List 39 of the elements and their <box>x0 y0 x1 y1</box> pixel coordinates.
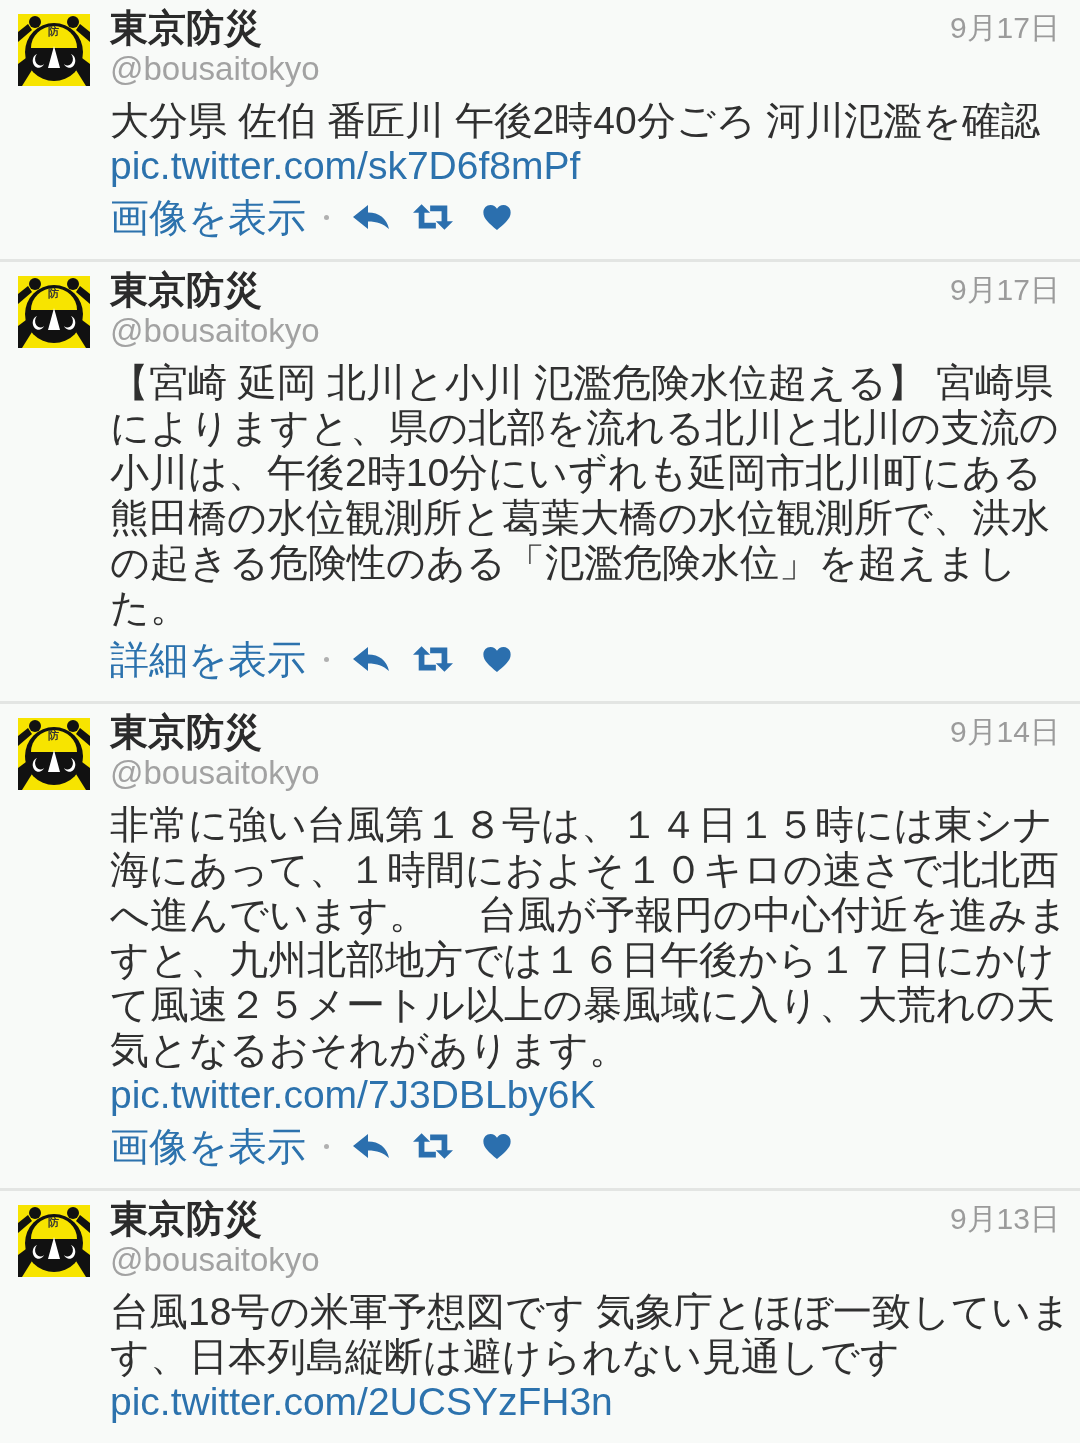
image-link[interactable]: pic.twitter.com/2UCSYzFH3n <box>110 1379 613 1424</box>
retweet-icon[interactable] <box>413 1133 453 1159</box>
author-handle: @bousaitokyo <box>110 754 320 792</box>
tweet-date: 9月14日 <box>949 714 1060 750</box>
avatar-drawing <box>18 14 90 86</box>
tweet-text: 台風18号の米軍予想図です 気象庁とほぼ一致しています、日本列島縦断は避けられない見通しです <box>110 1289 1072 1379</box>
image-link[interactable]: pic.twitter.com/sk7D6f8mPf <box>110 143 581 188</box>
avatar-text: 防 <box>48 26 59 37</box>
author-handle: @bousaitokyo <box>110 50 320 88</box>
tweet-date: 9月17日 <box>949 10 1060 46</box>
expand-link[interactable]: 画像を表示 <box>110 1123 306 1169</box>
avatar-text: 防 <box>48 730 59 741</box>
author-name: 東京防災 <box>110 710 262 754</box>
reply-arrow-icon[interactable] <box>353 205 389 229</box>
author-name: 東京防災 <box>110 6 262 50</box>
avatar-drawing <box>18 276 90 348</box>
tweet-text: 非常に強い台風第１８号は、１４日１５時には東シナ海にあって、１時間におよそ１０キロの速さで北北西へ進んでいます。 台風が予報円の中心付近を進みますと、九州北部地方では１６日午後から１７日にかけて風速２５メートル以上の暴風域に入り、大荒れの天気となるおそれがあります。 <box>110 802 1069 1072</box>
avatar-drawing <box>18 718 90 790</box>
avatar-text: 防 <box>48 288 59 299</box>
avatar-text: 防 <box>48 1217 59 1228</box>
expand-link[interactable]: 画像を表示 <box>110 194 306 240</box>
expand-link[interactable]: 詳細を表示 <box>110 636 306 682</box>
heart-icon[interactable] <box>483 646 511 672</box>
author-name: 東京防災 <box>110 268 262 312</box>
author-handle: @bousaitokyo <box>110 312 320 350</box>
retweet-icon[interactable] <box>413 646 453 672</box>
avatar-drawing <box>18 1205 90 1277</box>
author-handle: @bousaitokyo <box>110 1241 320 1279</box>
heart-icon[interactable] <box>483 204 511 230</box>
tweet-date: 9月17日 <box>949 272 1060 308</box>
reply-arrow-icon[interactable] <box>353 647 389 671</box>
tweet-text: 【宮崎 延岡 北川と小川 氾濫危険水位超える】 宮崎県によりますと、県の北部を流れる北川と北川の支流の小川は、午後2時10分にいずれも延岡市北川町にある熊田橋の水位観測所と葛葉大橋の水位観測所で、洪水の起きる危険性のある「氾濫危険水位」を超えました。 <box>110 360 1060 630</box>
tweet-date: 9月13日 <box>949 1201 1060 1237</box>
author-name: 東京防災 <box>110 1197 262 1241</box>
image-link[interactable]: pic.twitter.com/7J3DBLby6K <box>110 1072 596 1117</box>
retweet-icon[interactable] <box>413 204 453 230</box>
heart-icon[interactable] <box>483 1133 511 1159</box>
tweet-text: 大分県 佐伯 番匠川 午後2時40分ごろ 河川氾濫を確認 <box>110 98 1042 143</box>
reply-arrow-icon[interactable] <box>353 1134 389 1158</box>
